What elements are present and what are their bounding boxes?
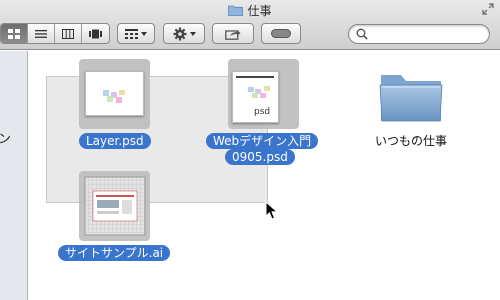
mouse-cursor-icon — [265, 201, 279, 220]
search-input[interactable] — [348, 24, 490, 44]
file-name-label[interactable]: Layer.psd — [79, 133, 151, 149]
layer-thumbnail-icon — [103, 90, 125, 103]
share-segment — [213, 24, 253, 43]
sidebar-item-label[interactable]: ン — [0, 128, 11, 147]
window-title-text: 仕事 — [247, 3, 272, 18]
psd-file-icon — [85, 71, 144, 116]
fullscreen-icon[interactable] — [482, 3, 494, 15]
view-mode-buttons — [0, 23, 110, 44]
coverflow-view-button[interactable] — [82, 24, 109, 43]
share-icon — [225, 29, 241, 40]
file-name-label-line2[interactable]: 0905.psd — [225, 149, 295, 165]
sidebar: ン — [0, 51, 28, 300]
column-view-icon — [62, 28, 74, 39]
arrange-segment — [118, 24, 154, 43]
arrange-button[interactable] — [117, 23, 155, 44]
file-name-label[interactable]: サイトサンプル.ai — [58, 245, 171, 261]
folder-name-label[interactable]: いつもの仕事 — [368, 133, 454, 149]
psd-file-icon: psd — [232, 71, 279, 123]
window-title: 仕事 — [0, 2, 500, 18]
search-icon — [356, 28, 368, 40]
list-view-button[interactable] — [28, 24, 55, 43]
tag-toggle-icon — [271, 29, 291, 38]
ai-file-icon — [84, 176, 146, 236]
file-name-label-line1[interactable]: Webデザイン入門 — [206, 133, 319, 149]
arrange-grid-icon — [125, 28, 138, 39]
share-button[interactable] — [212, 23, 254, 44]
folder-icon — [228, 5, 244, 16]
tag-segment — [262, 24, 300, 43]
gear-icon — [173, 27, 186, 40]
chevron-down-icon — [141, 31, 147, 36]
action-button[interactable] — [163, 23, 205, 44]
icon-view-button[interactable] — [1, 24, 28, 43]
chevron-down-icon — [189, 31, 196, 36]
file-extension-badge: psd — [254, 107, 271, 117]
icon-view-icon — [8, 28, 20, 39]
folder-icon — [379, 75, 443, 122]
file-icon-grid: Layer.psd psd Webデザイン入門 0905.psd いつもの仕事 … — [29, 51, 500, 300]
tag-button[interactable] — [261, 23, 301, 44]
column-view-button[interactable] — [55, 24, 82, 43]
finder-toolbar: 仕事 — [0, 0, 500, 50]
action-segment — [164, 24, 204, 43]
list-view-icon — [35, 29, 47, 38]
design-thumbnail-icon — [236, 76, 274, 98]
coverflow-view-icon — [88, 29, 102, 38]
